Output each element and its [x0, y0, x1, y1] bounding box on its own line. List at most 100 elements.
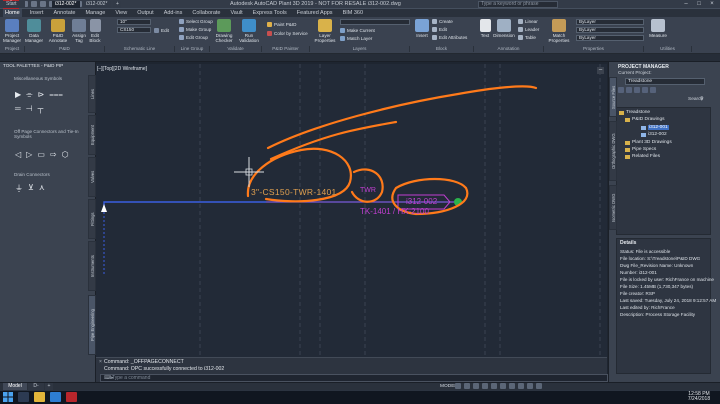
- search-keyword-input[interactable]: Type a keyword or phrase: [478, 1, 558, 8]
- line-size-select[interactable]: 10": [117, 19, 151, 25]
- command-line-close-icon[interactable]: ×: [99, 359, 102, 365]
- panel-title-annotation[interactable]: Annotation: [474, 46, 544, 52]
- pid-annotate-button[interactable]: P&ID Annotate: [48, 19, 68, 43]
- tp-tab-equipment[interactable]: Equipment: [88, 115, 96, 155]
- tab-addins[interactable]: Add-ins: [162, 9, 185, 17]
- tree-item-plant3d-drawings[interactable]: Plant 3D Drawings: [625, 140, 672, 145]
- insert-button[interactable]: Insert: [414, 19, 430, 38]
- tab-collaborate[interactable]: Collaborate: [190, 9, 222, 17]
- tab-bim360[interactable]: BIM 360: [341, 9, 365, 17]
- process-line[interactable]: [103, 201, 266, 212]
- polar-toggle-icon[interactable]: [482, 383, 488, 389]
- customize-menu-icon[interactable]: [536, 383, 542, 389]
- tp-tab-lines[interactable]: Lines: [88, 75, 96, 113]
- lineweight-select[interactable]: ByLayer: [576, 27, 644, 33]
- line-tag-label[interactable]: 3"-CS150-TWR-1401: [251, 187, 337, 197]
- pm-tab-source-files[interactable]: Source Files: [609, 77, 617, 117]
- open-icon[interactable]: [31, 1, 37, 7]
- save-icon[interactable]: [40, 1, 46, 7]
- panel-title-schematic-line[interactable]: Schematic Line: [105, 46, 175, 52]
- annotation-scale-icon[interactable]: [518, 383, 524, 389]
- command-input[interactable]: [100, 374, 608, 382]
- viewport-controls[interactable]: [–][Top][2D Wireframe]: [97, 66, 147, 72]
- edit-group-button[interactable]: Edit Group: [179, 35, 208, 40]
- make-group-button[interactable]: Make Group: [179, 27, 211, 32]
- snap-toggle-icon[interactable]: [464, 383, 470, 389]
- search-taskbar-icon[interactable]: [18, 392, 29, 402]
- grid-toggle-icon[interactable]: [455, 383, 461, 389]
- vent-icon[interactable]: ┬: [38, 104, 44, 113]
- filetab-i312-002-active[interactable]: i312-002*: [52, 1, 80, 8]
- flow-arrow-icon[interactable]: ▶: [15, 90, 21, 100]
- tool-palette-section-opc[interactable]: Off Page Connectors and Tie-In Symbols: [14, 129, 88, 139]
- tp-tab-instruments[interactable]: Instruments: [88, 241, 96, 291]
- tab-insert[interactable]: Insert: [28, 9, 46, 17]
- panel-title-pid[interactable]: P&ID: [25, 46, 105, 52]
- panel-title-pid-painter[interactable]: P&ID Painter: [262, 46, 310, 52]
- drawing-canvas[interactable]: [96, 64, 607, 357]
- linetype-select[interactable]: ByLayer: [576, 35, 644, 41]
- edit-line-button[interactable]: Edit: [154, 28, 169, 33]
- pm-tab-orthographic[interactable]: Orthographic DWG: [609, 121, 617, 181]
- panel-title-properties[interactable]: Properties: [544, 46, 644, 52]
- opc-drawing-label[interactable]: i312-002: [406, 197, 437, 206]
- filetab-start[interactable]: Start: [3, 1, 25, 8]
- current-project-select[interactable]: Treadstone: [625, 78, 705, 85]
- measure-button[interactable]: Measure: [649, 19, 667, 38]
- workspace-gear-icon[interactable]: [527, 383, 533, 389]
- opc-right-icon[interactable]: ▷: [26, 150, 32, 159]
- match-properties-button[interactable]: Match Properties: [548, 19, 570, 43]
- osnap-toggle-icon[interactable]: [491, 383, 497, 389]
- tab-annotate[interactable]: Annotate: [51, 9, 77, 17]
- browser-icon[interactable]: [50, 392, 61, 402]
- close-button[interactable]: ×: [706, 0, 718, 8]
- layer-select[interactable]: [340, 19, 410, 25]
- file-explorer-icon[interactable]: [34, 392, 45, 402]
- sensor-icon[interactable]: ⌯: [26, 90, 32, 100]
- search-icon[interactable]: ⚲: [700, 96, 704, 102]
- table-button[interactable]: Table: [518, 35, 536, 40]
- drain-cup-icon[interactable]: ⊻: [28, 183, 34, 194]
- windows-start-icon[interactable]: [3, 392, 13, 402]
- properties-icon[interactable]: [634, 87, 640, 93]
- tab-express-tools[interactable]: Express Tools: [251, 9, 289, 17]
- tie-in-icon[interactable]: ⬡: [62, 150, 69, 159]
- tk-hx-label[interactable]: TK-1401 / HX-2100: [360, 207, 429, 216]
- spray-icon[interactable]: ⩶: [49, 90, 63, 100]
- paint-pid-button[interactable]: Paint P&ID: [267, 22, 296, 27]
- drain-angle-icon[interactable]: ⋏: [39, 183, 45, 194]
- project-manager-button[interactable]: Project Manager: [3, 19, 21, 43]
- maximize-button[interactable]: □: [693, 0, 705, 8]
- command-input-placeholder[interactable]: Type a command: [112, 375, 150, 381]
- linear-button[interactable]: Linear: [518, 19, 538, 24]
- create-block-button[interactable]: Create: [432, 19, 453, 24]
- line-spec-select[interactable]: CS150: [117, 27, 151, 33]
- copy-drawing-icon[interactable]: [626, 87, 632, 93]
- make-current-button[interactable]: Make Current: [340, 28, 375, 33]
- tp-tab-pipe-engineering[interactable]: Pipe Engineering: [88, 295, 96, 355]
- tree-item-drawing-selected[interactable]: i312-001: [641, 125, 669, 130]
- tab-view[interactable]: View: [113, 9, 129, 17]
- tab-home[interactable]: Home: [3, 9, 22, 17]
- viewport-minimize-button[interactable]: –: [597, 67, 604, 74]
- system-clock[interactable]: 12:58 PM 7/24/2018: [684, 392, 714, 402]
- tree-item-drawing[interactable]: i312-002: [641, 132, 667, 137]
- color-by-service-button[interactable]: Color by Service: [267, 31, 308, 36]
- twr-label[interactable]: TWR: [360, 187, 376, 194]
- tree-item-project[interactable]: Treadstone: [619, 110, 650, 115]
- tool-palette-section-misc[interactable]: Miscellaneous Symbols: [14, 76, 62, 81]
- tab-vault[interactable]: Vault: [229, 9, 245, 17]
- filetab-i312-002[interactable]: i312-002*: [83, 1, 111, 8]
- panel-title-project[interactable]: Project: [0, 46, 25, 52]
- ortho-toggle-icon[interactable]: [473, 383, 479, 389]
- otrack-toggle-icon[interactable]: [500, 383, 506, 389]
- tp-tab-valves[interactable]: Valves: [88, 157, 96, 197]
- pm-tab-isometric[interactable]: Isometric DWG: [609, 185, 617, 230]
- text-button[interactable]: Text: [478, 19, 492, 38]
- select-group-button[interactable]: Select Group: [179, 19, 213, 24]
- panel-title-utilities[interactable]: Utilities: [644, 46, 692, 52]
- drawing-checker-button[interactable]: Drawing Checker: [213, 19, 235, 43]
- add-layout-button[interactable]: +: [45, 383, 53, 390]
- tree-item-pipe-specs[interactable]: Pipe Specs: [625, 147, 656, 152]
- data-manager-button[interactable]: Data Manager: [25, 19, 43, 43]
